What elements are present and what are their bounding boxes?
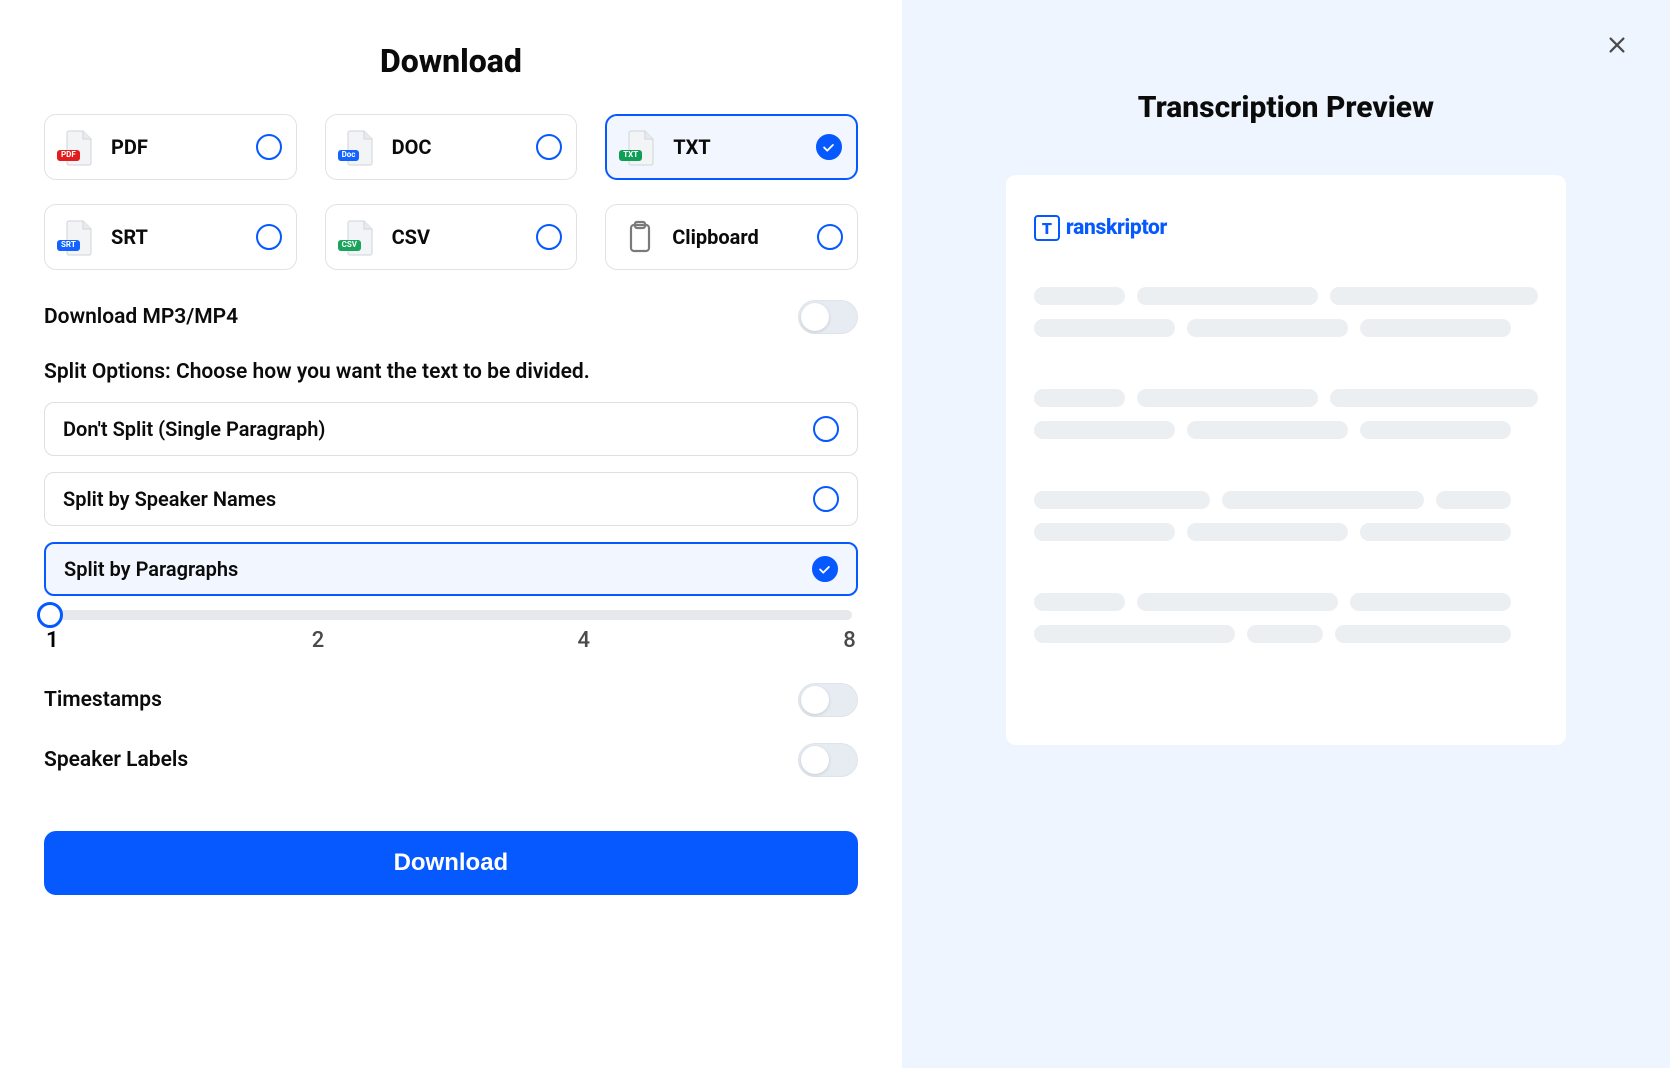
- paragraph-slider: 1 2 4 8: [44, 610, 858, 653]
- skeleton-paragraph: [1034, 593, 1538, 643]
- format-label: DOC: [392, 135, 525, 159]
- format-label: CSV: [392, 225, 525, 249]
- download-media-toggle[interactable]: [798, 300, 858, 334]
- close-button[interactable]: [1602, 30, 1632, 60]
- radio-unchecked-icon: [536, 134, 562, 160]
- download-media-label: Download MP3/MP4: [44, 305, 238, 329]
- slider-tick: 1: [46, 628, 59, 653]
- split-option-paragraphs[interactable]: Split by Paragraphs: [44, 542, 858, 596]
- srt-file-icon: SRT: [59, 217, 99, 257]
- format-option-clipboard[interactable]: Clipboard: [605, 204, 858, 270]
- format-option-doc[interactable]: Doc DOC: [325, 114, 578, 180]
- split-section-label: Split Options: Choose how you want the t…: [44, 360, 858, 384]
- format-option-txt[interactable]: TXT TXT: [605, 114, 858, 180]
- timestamps-toggle[interactable]: [798, 683, 858, 717]
- skeleton-paragraph: [1034, 287, 1538, 337]
- skeleton-paragraph: [1034, 389, 1538, 439]
- brand-mark-icon: T: [1034, 215, 1060, 241]
- brand-logo: T ranskriptor: [1034, 215, 1538, 241]
- format-label: SRT: [111, 225, 244, 249]
- slider-ticks: 1 2 4 8: [44, 628, 858, 653]
- format-label: TXT: [673, 135, 804, 159]
- timestamps-label: Timestamps: [44, 688, 162, 712]
- slider-tick: 4: [578, 628, 591, 653]
- format-label: Clipboard: [672, 225, 805, 249]
- format-option-pdf[interactable]: PDF PDF: [44, 114, 297, 180]
- timestamps-row: Timestamps: [44, 683, 858, 717]
- skeleton-paragraph: [1034, 491, 1538, 541]
- preview-card: T ranskriptor: [1006, 175, 1566, 745]
- radio-unchecked-icon: [256, 224, 282, 250]
- format-label: PDF: [111, 135, 244, 159]
- download-panel: Download PDF PDF Doc DOC TXT TX: [0, 0, 902, 1068]
- speaker-labels-toggle[interactable]: [798, 743, 858, 777]
- split-option-speaker[interactable]: Split by Speaker Names: [44, 472, 858, 526]
- slider-tick: 2: [312, 628, 325, 653]
- split-option-no-split[interactable]: Don't Split (Single Paragraph): [44, 402, 858, 456]
- radio-unchecked-icon: [256, 134, 282, 160]
- page-title: Download: [44, 42, 858, 80]
- preview-title: Transcription Preview: [1138, 90, 1434, 125]
- clipboard-icon: [620, 217, 660, 257]
- format-grid: PDF PDF Doc DOC TXT TXT: [44, 114, 858, 270]
- speaker-labels-label: Speaker Labels: [44, 748, 188, 772]
- doc-file-icon: Doc: [340, 127, 380, 167]
- split-options: Don't Split (Single Paragraph) Split by …: [44, 402, 858, 596]
- download-button[interactable]: Download: [44, 831, 858, 895]
- pdf-file-icon: PDF: [59, 127, 99, 167]
- radio-unchecked-icon: [536, 224, 562, 250]
- format-option-csv[interactable]: CSV CSV: [325, 204, 578, 270]
- brand-text: ranskriptor: [1066, 216, 1167, 240]
- slider-tick: 8: [843, 628, 856, 653]
- slider-handle[interactable]: [37, 602, 63, 628]
- download-media-row: Download MP3/MP4: [44, 300, 858, 334]
- txt-file-icon: TXT: [621, 127, 661, 167]
- format-option-srt[interactable]: SRT SRT: [44, 204, 297, 270]
- radio-checked-icon: [812, 556, 838, 582]
- speaker-labels-row: Speaker Labels: [44, 743, 858, 777]
- preview-panel: Transcription Preview T ranskriptor: [902, 0, 1670, 1068]
- radio-unchecked-icon: [813, 486, 839, 512]
- slider-track[interactable]: [50, 610, 852, 620]
- radio-unchecked-icon: [813, 416, 839, 442]
- radio-checked-icon: [816, 134, 842, 160]
- radio-unchecked-icon: [817, 224, 843, 250]
- csv-file-icon: CSV: [340, 217, 380, 257]
- close-icon: [1606, 34, 1628, 56]
